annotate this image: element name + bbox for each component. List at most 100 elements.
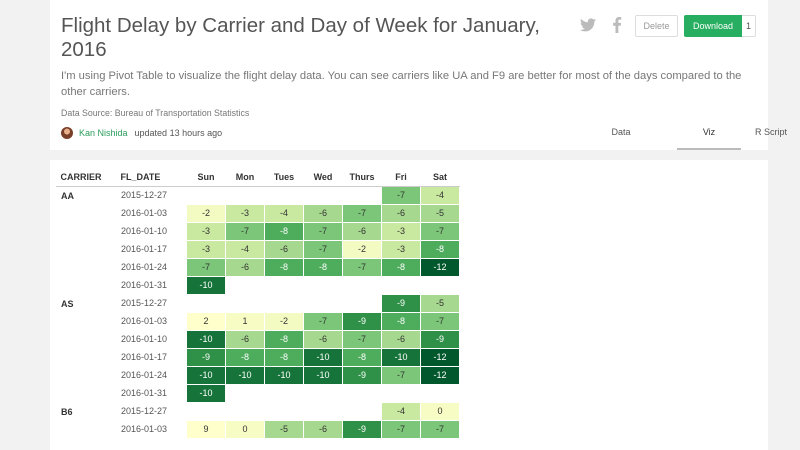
date-cell: 2016-01-10	[116, 329, 187, 349]
delete-button[interactable]: Delete	[635, 15, 678, 37]
download-button[interactable]: Download	[684, 15, 742, 37]
table-row: 2016-01-03 2 1 -2 -7 -9 -8 -7	[57, 311, 460, 331]
value-cell	[225, 401, 265, 421]
table-row: 2016-01-31 -10	[57, 383, 460, 403]
tab-viz[interactable]: Viz	[677, 122, 741, 150]
value-cell: -7	[342, 257, 382, 277]
value-cell: -3	[225, 203, 265, 223]
value-cell	[186, 401, 226, 421]
value-cell: -8	[420, 239, 460, 259]
table-row: 2016-01-17 -3 -4 -6 -7 -2 -3 -8	[57, 239, 460, 259]
value-cell: 1	[225, 311, 265, 331]
value-cell: -10	[186, 275, 226, 295]
value-cell: -7	[225, 221, 265, 241]
table-row: B6 2015-12-27 -4 0	[56, 401, 460, 439]
value-cell	[264, 383, 304, 403]
value-cell: -6	[342, 221, 382, 241]
value-cell	[303, 401, 343, 421]
table-row: 2016-01-24 -7 -6 -8 -8 -7 -8 -12	[57, 257, 460, 277]
page-title: Flight Delay by Carrier and Day of Week …	[61, 14, 540, 61]
updated-timestamp: updated 13 hours ago	[134, 128, 223, 138]
value-cell: -2	[186, 203, 226, 223]
table-row: 2016-01-10 -10 -6 -8 -6 -7 -6 -9	[57, 329, 460, 349]
value-cell	[342, 185, 382, 205]
value-cell: -7	[420, 311, 460, 331]
value-cell: -5	[420, 203, 460, 223]
value-cell: -10	[186, 329, 226, 349]
author-row: Kan Nishida updated 13 hours ago	[61, 126, 222, 140]
value-cell: -9	[342, 311, 382, 331]
value-cell: -3	[186, 221, 226, 241]
table-row: 2016-01-24 -10 -10 -10 -10 -9 -7 -12	[57, 365, 460, 385]
tab-r-script[interactable]: R Script	[741, 122, 800, 150]
date-cell: 2016-01-24	[116, 257, 187, 277]
value-cell: -9	[342, 365, 382, 385]
value-cell: -8	[264, 347, 304, 367]
column-header: CARRIER	[56, 169, 117, 187]
value-cell	[342, 293, 382, 313]
facebook-icon[interactable]	[612, 17, 622, 33]
value-cell: -6	[381, 203, 421, 223]
value-cell	[303, 275, 343, 295]
value-cell: -6	[303, 419, 343, 439]
value-cell	[420, 275, 460, 295]
value-cell	[186, 185, 226, 205]
value-cell	[303, 383, 343, 403]
value-cell: -7	[303, 311, 343, 331]
table-row: AA 2015-12-27 -7 -4	[56, 185, 460, 295]
date-cell: 2016-01-10	[116, 221, 187, 241]
value-cell: -6	[303, 203, 343, 223]
value-cell: -7	[342, 203, 382, 223]
value-cell	[381, 383, 421, 403]
carrier-label: B6	[56, 401, 117, 439]
column-header: Thurs	[342, 169, 382, 187]
value-cell: -10	[225, 365, 265, 385]
value-cell: -9	[381, 293, 421, 313]
value-cell: -7	[381, 365, 421, 385]
value-cell: -7	[420, 419, 460, 439]
column-header: Tues	[264, 169, 304, 187]
value-cell: -5	[420, 293, 460, 313]
pivot-table-card: CARRIER FL_DATE Sun Mon Tues Wed Thurs Fri Sat A…	[50, 160, 768, 450]
value-cell: 0	[420, 401, 460, 421]
table-row: 2016-01-17 -9 -8 -8 -10 -8 -10 -12	[57, 347, 460, 367]
data-source-label: Data Source: Bureau of Transportation St…	[61, 108, 250, 118]
value-cell: -8	[381, 257, 421, 277]
tab-data[interactable]: Data	[596, 122, 646, 150]
value-cell	[264, 185, 304, 205]
value-cell: -10	[264, 365, 304, 385]
table-row: AS 2015-12-27 -9 -5	[56, 293, 460, 403]
value-cell: -7	[303, 221, 343, 241]
date-cell: 2016-01-03	[116, 203, 187, 223]
value-cell: -10	[186, 383, 226, 403]
table-row: 2016-01-31 -10	[57, 275, 460, 295]
download-count-badge: 1	[742, 15, 756, 37]
value-cell: -8	[381, 311, 421, 331]
value-cell: -7	[342, 329, 382, 349]
value-cell: -3	[381, 221, 421, 241]
date-cell: 2016-01-31	[116, 383, 187, 403]
value-cell: -9	[420, 329, 460, 349]
value-cell: 0	[225, 419, 265, 439]
value-cell: -4	[264, 203, 304, 223]
insight-header-card: Flight Delay by Carrier and Day of Week …	[50, 0, 787, 150]
value-cell: -10	[381, 347, 421, 367]
value-cell: 9	[186, 419, 226, 439]
value-cell	[186, 293, 226, 313]
value-cell: -10	[303, 347, 343, 367]
value-cell: -7	[381, 419, 421, 439]
date-cell: 2016-01-17	[116, 347, 187, 367]
value-cell: -12	[420, 365, 460, 385]
value-cell: -9	[342, 419, 382, 439]
table-row: 2016-01-10 -3 -7 -8 -7 -6 -3 -7	[57, 221, 460, 241]
value-cell: -12	[420, 347, 460, 367]
author-link[interactable]: Kan Nishida	[79, 128, 128, 138]
page-description: I'm using Pivot Table to visualize the f…	[61, 70, 742, 98]
date-cell: 2016-01-24	[116, 365, 187, 385]
table-row: 2016-01-03 -2 -3 -4 -6 -7 -6 -5	[57, 203, 460, 223]
twitter-icon[interactable]	[580, 18, 596, 32]
avatar[interactable]	[61, 127, 73, 139]
value-cell: -8	[264, 221, 304, 241]
value-cell	[303, 185, 343, 205]
value-cell: -6	[264, 239, 304, 259]
